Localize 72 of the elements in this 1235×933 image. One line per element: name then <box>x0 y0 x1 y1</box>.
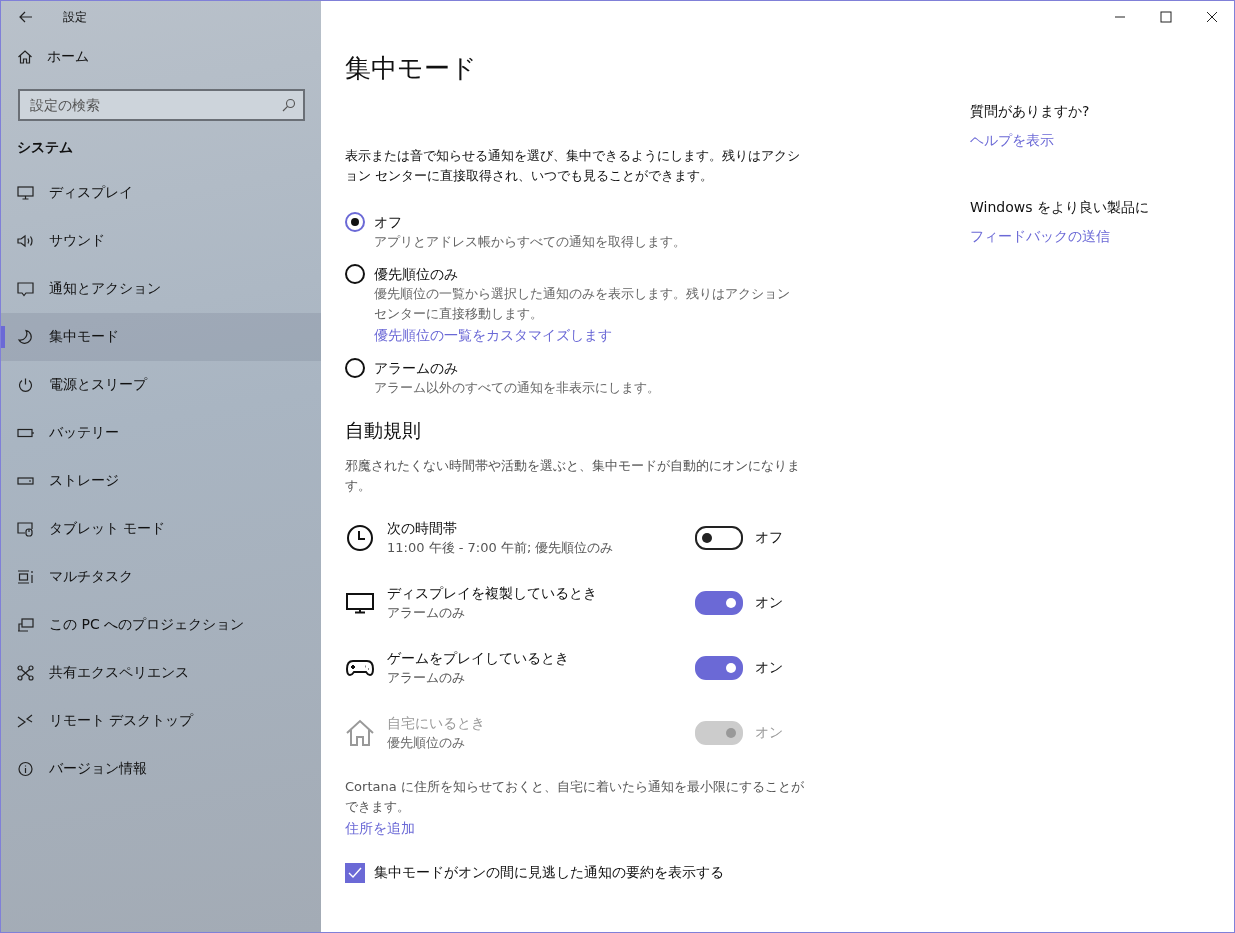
sidebar-item[interactable]: バッテリー <box>1 409 321 457</box>
toggle-label: オフ <box>755 529 783 547</box>
maximize-icon[interactable] <box>1160 11 1172 23</box>
option-description: アラーム以外のすべての通知を非表示にします。 <box>374 379 661 397</box>
tablet-icon <box>17 521 35 537</box>
sidebar-item[interactable]: サウンド <box>1 217 321 265</box>
sound-icon <box>17 233 35 249</box>
rule-title: ディスプレイを複製しているとき <box>387 584 598 603</box>
help-link[interactable]: ヘルプを表示 <box>970 129 1149 151</box>
radio-button[interactable] <box>345 358 365 378</box>
option-label: 優先順位のみ <box>374 265 459 284</box>
sidebar-item[interactable]: マルチタスク <box>1 553 321 601</box>
window-title: 設定 <box>63 8 87 26</box>
sidebar-item[interactable]: 電源とスリープ <box>1 361 321 409</box>
option-label: オフ <box>374 213 403 232</box>
feedback-link[interactable]: フィードバックの送信 <box>970 225 1149 247</box>
power-icon <box>17 377 35 393</box>
toggle-label: オン <box>755 659 783 677</box>
sidebar-item[interactable]: 共有エクスペリエンス <box>1 649 321 697</box>
page-title: 集中モード <box>345 52 478 85</box>
rule-subtitle: アラームのみ <box>387 604 466 622</box>
remote-icon <box>17 713 35 729</box>
search-icon <box>282 98 296 112</box>
rule-title: ゲームをプレイしているとき <box>387 649 570 668</box>
search-field[interactable]: 設定の検索 <box>18 89 305 121</box>
notification-icon <box>17 281 35 297</box>
radio-button[interactable] <box>345 212 365 232</box>
rule-subtitle: アラームのみ <box>387 669 466 687</box>
sidebar-item[interactable]: 集中モード <box>1 313 321 361</box>
rule-subtitle: 優先順位のみ <box>387 734 466 752</box>
option-label: アラームのみ <box>374 359 459 378</box>
close-icon[interactable] <box>1206 11 1218 23</box>
section-description: 邪魔されたくない時間帯や活動を選ぶと、集中モードが自動的にオンになります。 <box>345 457 801 495</box>
toggle-switch[interactable] <box>695 656 743 680</box>
customize-link[interactable]: 優先順位の一覧をカスタマイズします <box>374 324 794 346</box>
display-icon <box>17 185 35 201</box>
checkbox-label: 集中モードがオンの間に見逃した通知の要約を表示する <box>374 864 724 882</box>
house-icon <box>345 718 375 748</box>
checkbox[interactable] <box>345 863 365 883</box>
cortana-note: Cortana に住所を知らせておくと、自宅に着いたら通知を最小限にすることができます。 <box>345 778 805 816</box>
feedback-heading: Windows をより良い製品に <box>970 199 1149 217</box>
sidebar-item[interactable]: リモート デスクトップ <box>1 697 321 745</box>
radio-button[interactable] <box>345 264 365 284</box>
toggle-switch[interactable] <box>695 526 743 550</box>
sidebar-item[interactable]: この PC へのプロジェクション <box>1 601 321 649</box>
section-heading: システム <box>16 138 74 157</box>
option-description: アプリとアドレス帳からすべての通知を取得します。 <box>374 233 687 251</box>
rule-title: 次の時間帯 <box>387 519 458 538</box>
sidebar-item[interactable]: 通知とアクション <box>1 265 321 313</box>
sidebar-item[interactable]: ディスプレイ <box>1 169 321 217</box>
help-question: 質問がありますか? <box>970 103 1091 121</box>
clock-icon <box>345 523 375 553</box>
home-link[interactable]: ホーム <box>1 41 321 73</box>
rule-subtitle: 11:00 午後 - 7:00 午前; 優先順位のみ <box>387 539 615 557</box>
toggle-label: オン <box>755 724 783 742</box>
house-icon <box>17 49 33 65</box>
moon-icon <box>17 329 35 345</box>
back-icon[interactable] <box>19 11 33 23</box>
add-address-link[interactable]: 住所を追加 <box>345 817 805 839</box>
rule-title: 自宅にいるとき <box>387 714 486 733</box>
info-icon <box>17 761 35 777</box>
projection-icon <box>17 617 35 633</box>
sidebar-item[interactable]: タブレット モード <box>1 505 321 553</box>
toggle-switch[interactable] <box>695 591 743 615</box>
option-description: 優先順位の一覧から選択した通知のみを表示します。残りはアクションセンターに直接移動します。 <box>374 285 791 323</box>
multitask-icon <box>17 569 35 585</box>
section-heading: 自動規則 <box>345 418 422 443</box>
sidebar-item[interactable]: バージョン情報 <box>1 745 321 793</box>
toggle-label: オン <box>755 594 783 612</box>
shared-icon <box>17 665 35 681</box>
page-description: 表示または音で知らせる通知を選び、集中できるようにします。残りはアクション センターに直接取得され、いつでも見ることができます。 <box>345 147 801 185</box>
sidebar-item[interactable]: ストレージ <box>1 457 321 505</box>
